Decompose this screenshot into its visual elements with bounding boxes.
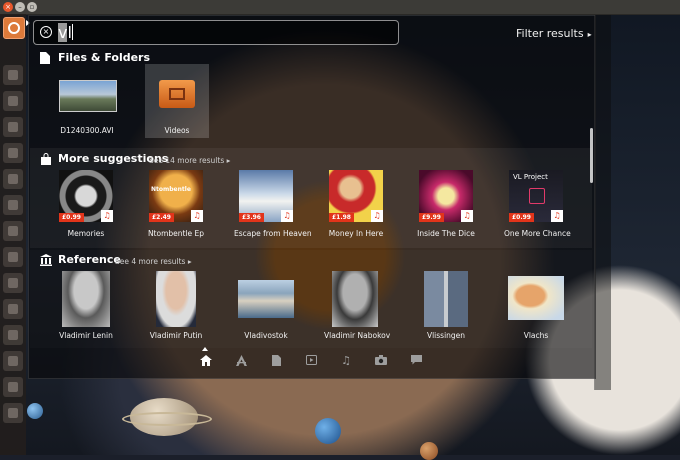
launcher-item-firefox[interactable] (3, 65, 23, 85)
suggestion-tile-money-in-here[interactable]: £1.98 ♫ Money In Here (324, 168, 388, 242)
window-minimize-button[interactable]: – (15, 2, 25, 12)
reference-tile-vladimir-lenin[interactable]: Vladimir Lenin (54, 268, 118, 342)
software-center-icon (8, 200, 18, 210)
video-thumbnail (59, 80, 117, 112)
lens-bar: ♫ (190, 352, 430, 372)
launcher-item-terminal[interactable] (3, 325, 23, 345)
amazon-icon (8, 226, 18, 236)
suggestion-tile-one-more-chance[interactable]: VL Project £0.99 ♫ One More Chance (504, 168, 571, 242)
reference-tile-vladimir-putin[interactable]: Vladimir Putin (144, 268, 208, 342)
chevron-right-icon: ▸ (226, 156, 231, 165)
portrait-nabokov (332, 271, 378, 327)
dash-scrollbar[interactable] (590, 128, 593, 183)
file-icon (40, 51, 52, 64)
suggestion-tile-ntombentle[interactable]: Ntombentle £2.49 ♫ Ntombentle Ep (144, 168, 208, 242)
launcher-item-files[interactable] (3, 91, 23, 111)
dash-home-button[interactable] (3, 17, 25, 39)
music-note-icon: ♫ (371, 210, 383, 222)
home-lens-icon[interactable] (198, 352, 214, 368)
music-note-icon: ♫ (551, 210, 563, 222)
clear-search-icon[interactable]: × (40, 26, 52, 38)
filter-results-button[interactable]: Filter results ▸ (516, 27, 592, 40)
launcher-item-settings[interactable] (3, 247, 23, 267)
launcher-item-trash[interactable] (3, 403, 23, 423)
launcher-item-drive-2[interactable] (3, 377, 23, 397)
workspace-icon (8, 304, 18, 314)
earth-planet (315, 418, 341, 444)
blue-planet (27, 403, 43, 419)
music-note-icon: ♫ (101, 210, 113, 222)
window-close-button[interactable]: × (3, 2, 13, 12)
dash-edge (594, 15, 611, 390)
file-tile-d1240300[interactable]: D1240300.AVI (55, 78, 119, 138)
folder-videos-icon (159, 80, 195, 108)
launcher-item-workspaces[interactable] (3, 299, 23, 319)
portrait-lenin (62, 271, 110, 327)
search-query: vl (58, 23, 73, 42)
files-category-header: Files & Folders (40, 51, 150, 64)
gear-icon (8, 252, 18, 262)
album-art-escape-from-heaven: £3.96 ♫ (239, 170, 293, 222)
window-maximize-button[interactable]: ▫ (27, 2, 37, 12)
drive-icon (8, 382, 18, 392)
launcher (0, 14, 26, 455)
ubuntu-one-icon (8, 278, 18, 288)
album-art-inside-the-dice: £9.99 ♫ (419, 170, 473, 222)
launcher-item-impress[interactable] (3, 169, 23, 189)
launcher-item-software-center[interactable] (3, 195, 23, 215)
album-art-memories: £0.99 ♫ (59, 170, 113, 222)
impress-icon (8, 174, 18, 184)
launcher-item-calc[interactable] (3, 143, 23, 163)
music-note-icon: ♫ (461, 210, 473, 222)
music-note-icon: ♫ (281, 210, 293, 222)
mars-planet (420, 442, 438, 460)
calc-icon (8, 148, 18, 158)
suggestions-see-more-link[interactable]: See 14 more results ▸ (149, 156, 230, 165)
suggestion-tile-memories[interactable]: £0.99 ♫ Memories (54, 168, 118, 242)
reference-see-more-link[interactable]: See 4 more results ▸ (115, 257, 192, 266)
chevron-right-icon: ▸ (587, 30, 592, 39)
suggestion-tile-escape-from-heaven[interactable]: £3.96 ♫ Escape from Heaven (234, 168, 312, 242)
active-lens-indicator-icon (202, 347, 208, 351)
drive-icon (8, 356, 18, 366)
video-lens-icon[interactable] (303, 352, 319, 368)
shopping-bag-icon (40, 152, 52, 165)
album-art-one-more-chance: VL Project £0.99 ♫ (509, 170, 563, 222)
photo-vlissingen (424, 271, 468, 327)
top-panel: × – ▫ (0, 0, 680, 15)
map-vlachs (508, 276, 564, 320)
reference-category-header: Reference (40, 253, 121, 266)
file-tile-videos[interactable]: Videos (145, 64, 209, 138)
library-icon (40, 253, 52, 266)
photo-lens-icon[interactable] (373, 352, 389, 368)
files-icon (8, 96, 18, 106)
files-lens-icon[interactable] (268, 352, 284, 368)
launcher-item-amazon[interactable] (3, 221, 23, 241)
terminal-icon (8, 330, 18, 340)
chevron-right-icon: ▸ (187, 257, 192, 266)
portrait-putin (156, 271, 196, 327)
launcher-item-ubuntu-one[interactable] (3, 273, 23, 293)
photo-vladivostok (238, 280, 294, 318)
saturn-ring (122, 412, 212, 426)
search-input[interactable]: × vl (33, 20, 399, 45)
music-note-icon: ♫ (191, 210, 203, 222)
firefox-icon (8, 70, 18, 80)
music-lens-icon[interactable]: ♫ (338, 352, 354, 368)
launcher-item-drive[interactable] (3, 351, 23, 371)
reference-tile-vlissingen[interactable]: Vlissingen (414, 268, 478, 342)
reference-tile-vladimir-nabokov[interactable]: Vladimir Nabokov (324, 268, 390, 342)
album-art-money-in-here: £1.98 ♫ (329, 170, 383, 222)
suggestion-tile-inside-the-dice[interactable]: £9.99 ♫ Inside The Dice (414, 168, 478, 242)
social-lens-icon[interactable] (408, 352, 424, 368)
writer-icon (8, 122, 18, 132)
reference-tile-vladivostok[interactable]: Vladivostok (234, 268, 298, 342)
launcher-item-writer[interactable] (3, 117, 23, 137)
applications-lens-icon[interactable] (233, 352, 249, 368)
trash-icon (8, 408, 18, 418)
album-art-ntombentle: Ntombentle £2.49 ♫ (149, 170, 203, 222)
filter-results-label: Filter results (516, 27, 584, 40)
reference-tile-vlachs[interactable]: Vlachs (504, 268, 568, 342)
ubuntu-logo-icon (8, 22, 20, 34)
